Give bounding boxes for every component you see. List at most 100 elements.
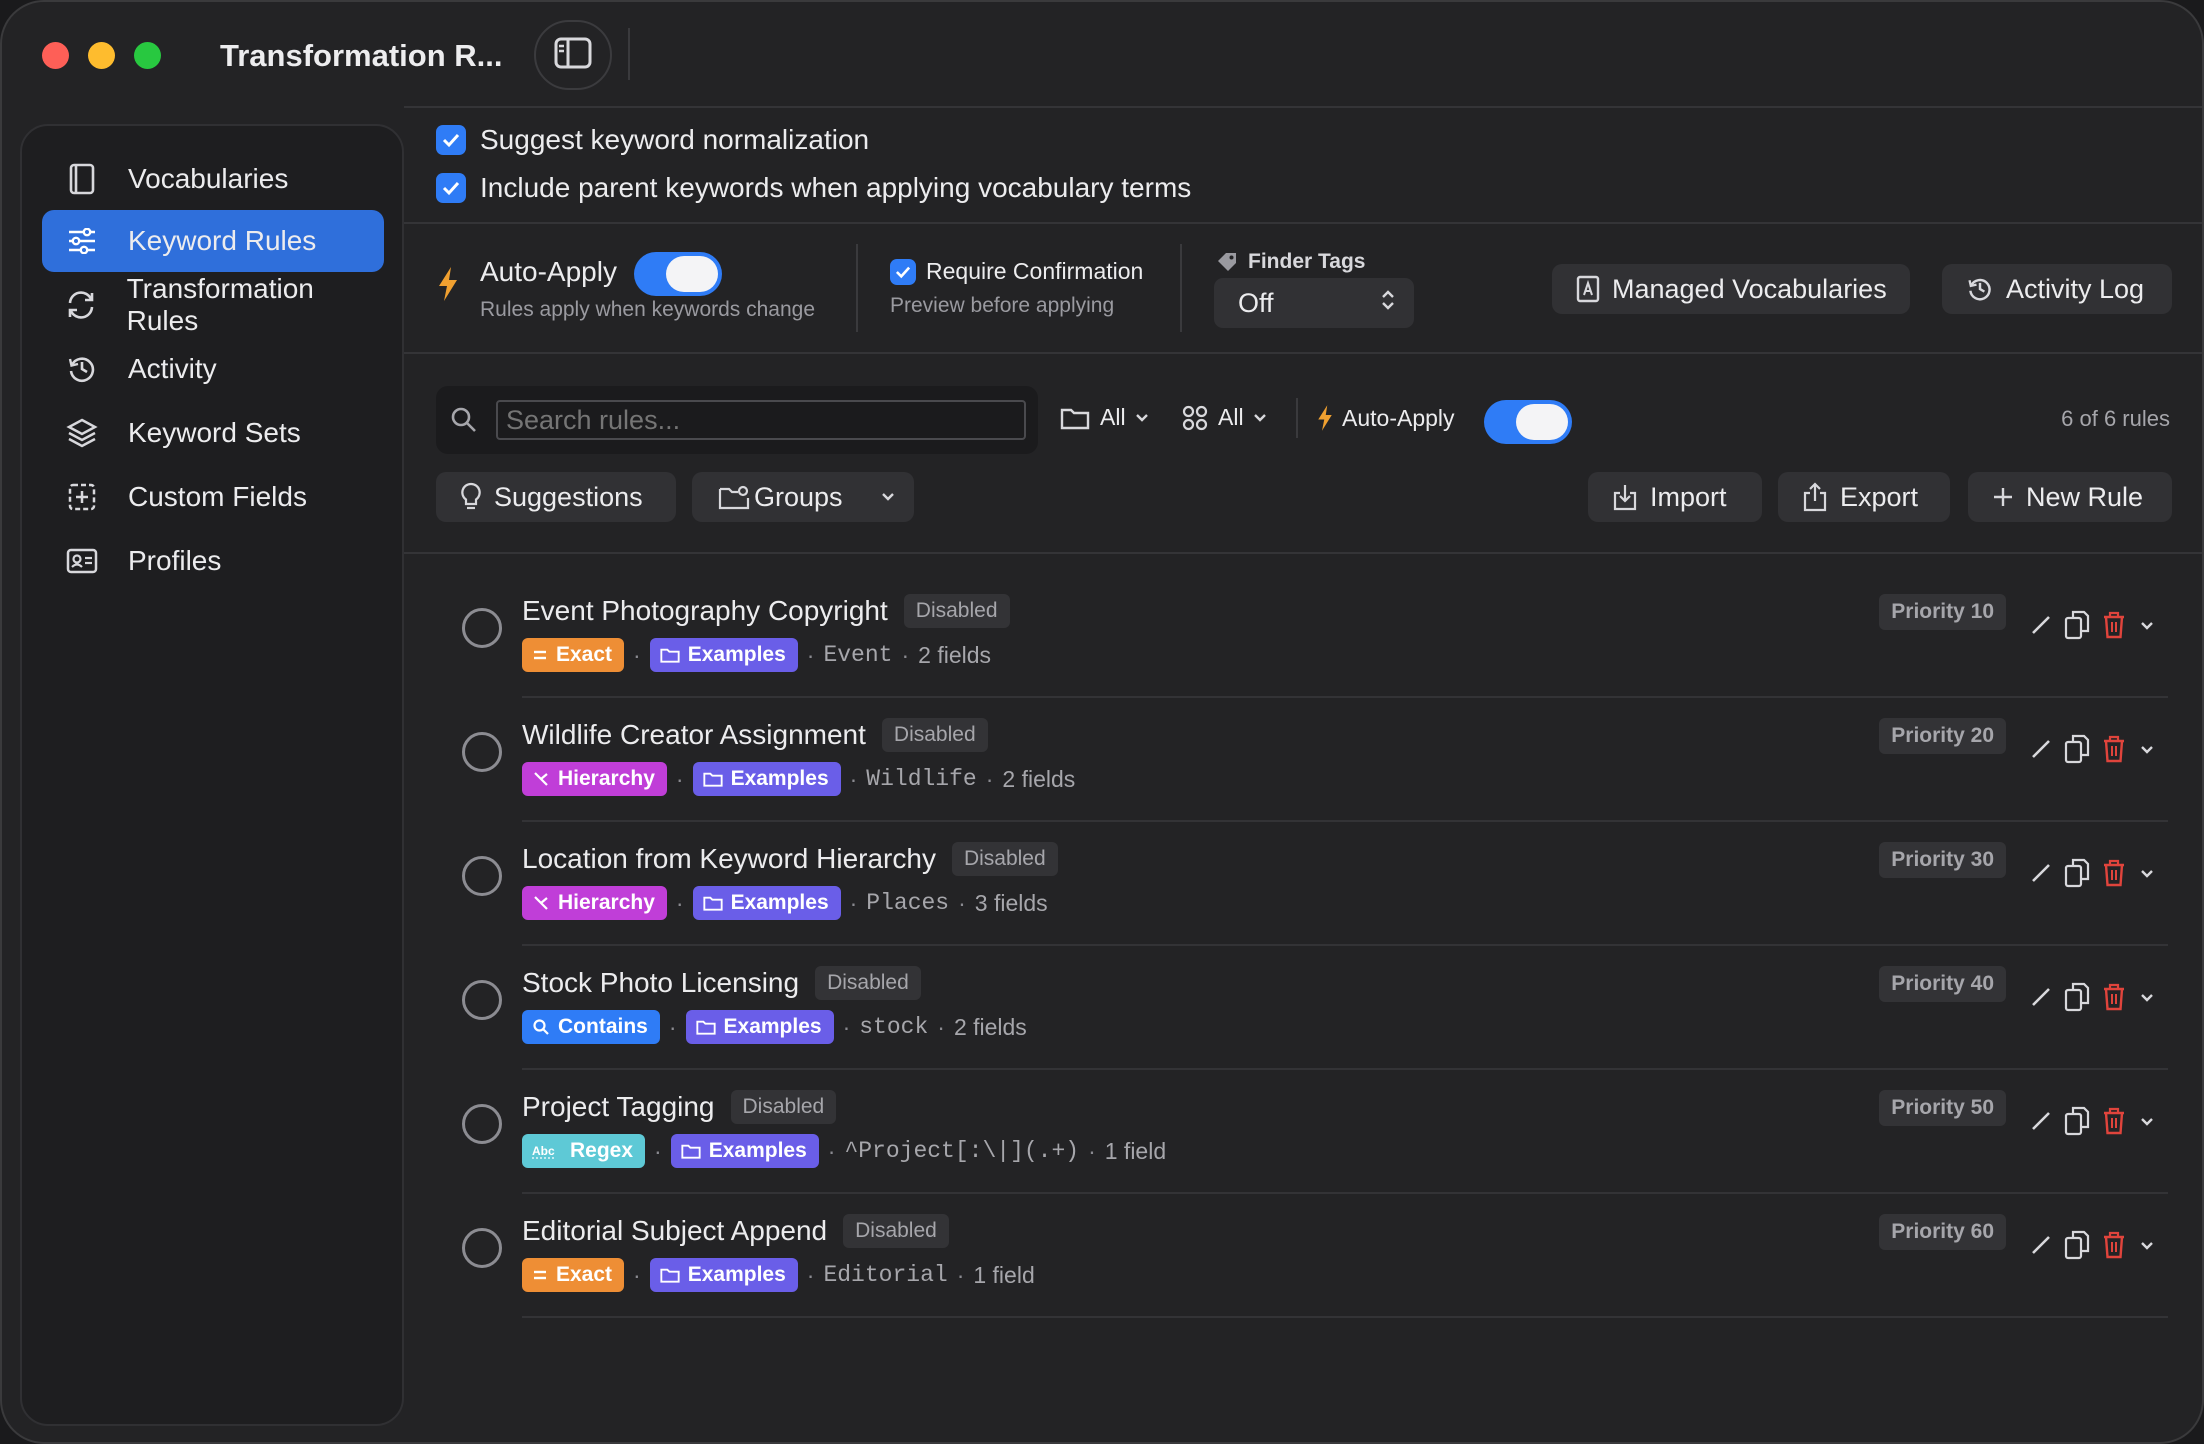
rule-row[interactable]: Editorial Subject Append Disabled Exact … (404, 1194, 2202, 1318)
new-rule-button[interactable]: New Rule (1968, 472, 2172, 522)
checkbox-checked-icon[interactable] (890, 258, 916, 285)
chevron-down-icon[interactable] (2138, 1115, 2156, 1133)
sidebar-item-label: Transformation Rules (126, 273, 314, 336)
export-button[interactable]: Export (1778, 472, 1950, 522)
chevron-down-icon[interactable] (2138, 1239, 2156, 1257)
minimize-window-button[interactable] (88, 42, 115, 69)
rule-pattern: stock (859, 1014, 929, 1040)
lightning-icon (436, 266, 460, 307)
rule-meta: Exact · Examples · Editorial · 1 field (522, 1258, 1035, 1292)
trash-icon[interactable] (2102, 611, 2126, 644)
include-parent-option[interactable]: Include parent keywords when applying vo… (436, 172, 1191, 204)
close-window-button[interactable] (42, 42, 69, 69)
rule-fields-count: 2 fields (918, 641, 992, 668)
duplicate-icon[interactable] (2064, 982, 2090, 1017)
include-parent-label: Include parent keywords when applying vo… (480, 172, 1192, 203)
separator-dot: · (827, 1137, 836, 1164)
duplicate-icon[interactable] (2064, 610, 2090, 645)
type-filter[interactable]: All (1182, 404, 1268, 431)
status-badge: Disabled (951, 842, 1058, 876)
rule-actions (2030, 1106, 2156, 1141)
priority-badge: Priority 20 (1879, 718, 2006, 754)
duplicate-icon[interactable] (2064, 858, 2090, 893)
rule-pattern: ^Project[:\|](.+) (844, 1138, 1080, 1164)
sidebar-item-custom-fields[interactable]: Custom Fields (42, 466, 384, 528)
duplicate-icon[interactable] (2064, 1230, 2090, 1265)
sidebar-item-transformation-rules[interactable]: Transformation Rules (42, 273, 384, 336)
rule-name: Editorial Subject Append (522, 1215, 828, 1246)
group-label: Examples (723, 1015, 822, 1038)
sidebar-item-keyword-rules[interactable]: Keyword Rules (42, 210, 384, 272)
rule-pattern: Wildlife (866, 766, 977, 792)
trash-icon[interactable] (2102, 1231, 2126, 1264)
managed-vocabularies-button[interactable]: Managed Vocabularies (1552, 264, 1910, 314)
checkbox-checked-icon[interactable] (436, 125, 466, 155)
rule-name: Wildlife Creator Assignment (522, 719, 866, 750)
divider (404, 352, 2202, 354)
checkbox-checked-icon[interactable] (436, 173, 466, 203)
sidebar-item-label: Custom Fields (128, 481, 307, 512)
match-type-badge: Exact (522, 638, 625, 672)
rule-select-radio[interactable] (462, 732, 502, 772)
edit-pencil-icon[interactable] (2030, 986, 2052, 1013)
trash-icon[interactable] (2102, 1107, 2126, 1140)
sidebar-item-profiles[interactable]: Profiles (42, 530, 384, 592)
import-button[interactable]: Import (1588, 472, 1762, 522)
duplicate-icon[interactable] (2064, 1106, 2090, 1141)
auto-apply-filter: Auto-Apply (1316, 404, 1455, 432)
managed-vocabularies-label: Managed Vocabularies (1612, 273, 1887, 304)
finder-tags-select[interactable]: Off (1214, 278, 1414, 328)
chevron-down-icon[interactable] (2138, 991, 2156, 1009)
rule-meta: Abc Regex · Examples · ^Project[:\|](.+)… (522, 1134, 1166, 1168)
rule-count: 6 of 6 rules (2061, 406, 2170, 431)
auto-apply-toggle[interactable] (634, 252, 722, 296)
trash-icon[interactable] (2102, 735, 2126, 768)
rule-row[interactable]: Event Photography Copyright Disabled Exa… (404, 574, 2202, 698)
groups-button[interactable]: Groups (692, 472, 914, 522)
priority-badge: Priority 60 (1879, 1214, 2006, 1250)
type-filter-value: All (1218, 404, 1244, 430)
duplicate-icon[interactable] (2064, 734, 2090, 769)
rule-select-radio[interactable] (462, 1228, 502, 1268)
rule-row[interactable]: Stock Photo Licensing Disabled Contains … (404, 946, 2202, 1070)
finder-tags-header: Finder Tags (1216, 250, 1365, 274)
toggle-sidebar-button[interactable] (534, 20, 612, 90)
edit-pencil-icon[interactable] (2030, 1234, 2052, 1261)
chevron-down-icon[interactable] (2138, 619, 2156, 637)
zoom-window-button[interactable] (134, 42, 161, 69)
auto-apply-filter-toggle[interactable] (1484, 400, 1572, 444)
match-type-badge: Exact (522, 1258, 625, 1292)
activity-log-button[interactable]: Activity Log (1942, 264, 2172, 314)
chevron-down-icon[interactable] (2138, 867, 2156, 885)
match-type-badge: Contains (522, 1010, 660, 1044)
suggestions-button[interactable]: Suggestions (436, 472, 676, 522)
rule-select-radio[interactable] (462, 1104, 502, 1144)
chevron-up-down-icon (1380, 288, 1396, 319)
sidebar-item-vocabularies[interactable]: Vocabularies (42, 148, 384, 210)
rule-select-radio[interactable] (462, 856, 502, 896)
edit-pencil-icon[interactable] (2030, 738, 2052, 765)
status-badge: Disabled (730, 1090, 837, 1124)
chevron-down-icon[interactable] (2138, 743, 2156, 761)
book-a-icon (1576, 275, 1600, 303)
rule-row[interactable]: Project Tagging Disabled Abc Regex · Exa… (404, 1070, 2202, 1194)
search-input[interactable] (496, 400, 1026, 440)
require-confirmation-option[interactable]: Require Confirmation (890, 258, 1143, 285)
folder-gear-icon (718, 484, 750, 510)
sliders-icon (62, 221, 102, 261)
rule-row[interactable]: Wildlife Creator Assignment Disabled Hie… (404, 698, 2202, 822)
edit-pencil-icon[interactable] (2030, 862, 2052, 889)
rule-select-radio[interactable] (462, 980, 502, 1020)
trash-icon[interactable] (2102, 983, 2126, 1016)
folder-filter[interactable]: All (1060, 404, 1150, 431)
trash-icon[interactable] (2102, 859, 2126, 892)
suggest-normalization-option[interactable]: Suggest keyword normalization (436, 124, 869, 156)
text-format-icon: Abc (532, 1143, 562, 1159)
sidebar-item-activity[interactable]: Activity (42, 338, 384, 400)
rule-title-line: Editorial Subject Append Disabled (522, 1214, 949, 1248)
rule-row[interactable]: Location from Keyword Hierarchy Disabled… (404, 822, 2202, 946)
edit-pencil-icon[interactable] (2030, 1110, 2052, 1137)
rule-select-radio[interactable] (462, 608, 502, 648)
sidebar-item-keyword-sets[interactable]: Keyword Sets (42, 402, 384, 464)
edit-pencil-icon[interactable] (2030, 614, 2052, 641)
